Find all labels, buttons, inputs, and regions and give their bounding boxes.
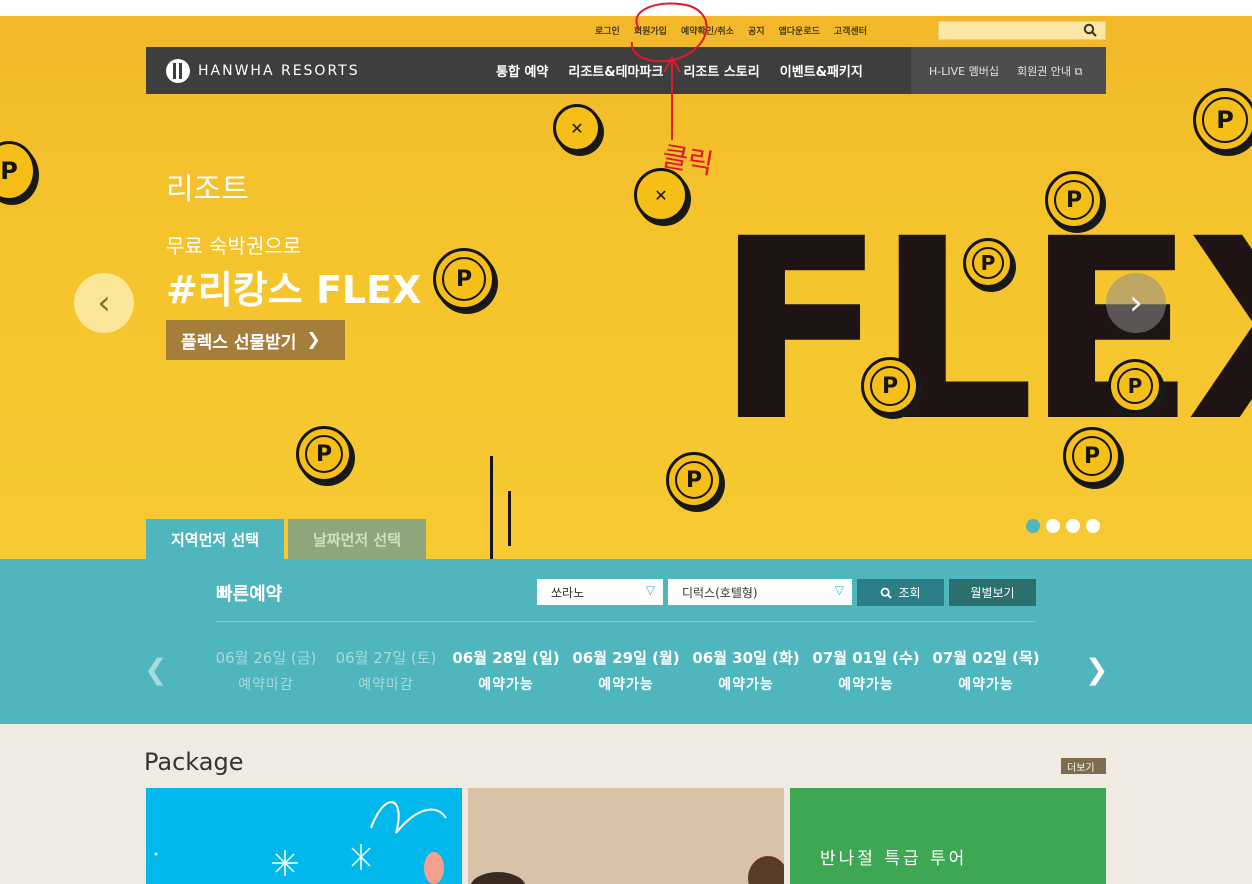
chevron-left-icon: ‹ <box>97 283 111 323</box>
monthly-view-button[interactable]: 월별보기 <box>949 579 1036 606</box>
date-item[interactable]: 06월 27일 (토) 예약마감 <box>326 647 446 694</box>
hanwha-logo-icon <box>166 59 190 83</box>
coin-icon: P <box>963 238 1013 288</box>
coin-icon: P <box>0 141 36 201</box>
login-link[interactable]: 로그인 <box>595 24 620 37</box>
nav-item-resort-story[interactable]: 리조트 스토리 <box>683 61 759 80</box>
chevron-right-icon: › <box>1129 283 1143 323</box>
slide-dot[interactable] <box>1046 519 1060 533</box>
tab-date-first[interactable]: 날짜먼저 선택 <box>288 519 426 559</box>
nav-menu: 통합 예약 리조트&테마파크 리조트 스토리 이벤트&패키지 <box>496 61 863 80</box>
coin-icon: P <box>861 357 919 415</box>
slide-indicators <box>1026 519 1100 533</box>
date-list: 06월 26일 (금) 예약마감 06월 27일 (토) 예약마감 06월 28일 … <box>206 647 1046 694</box>
nav-item-reservation[interactable]: 통합 예약 <box>496 61 548 80</box>
quick-booking: 빠른예약 쏘라노 ▽ 디럭스(호텔형) ▽ 조회 월별보기 ❮ 06월 26일 … <box>0 559 1252 724</box>
utility-links: 로그인 회원가입 예약확인/취소 공지 앱다운로드 고객센터 <box>595 24 867 37</box>
external-link-icon: ⧉ <box>1074 64 1083 78</box>
nav-item-resort-themepark[interactable]: 리조트&테마파크 <box>568 61 663 80</box>
hero-category: 리조트 <box>166 172 249 207</box>
notice-link[interactable]: 공지 <box>748 24 765 37</box>
app-download-link[interactable]: 앱다운로드 <box>779 24 820 37</box>
search-icon <box>881 587 893 599</box>
package-card[interactable] <box>468 788 788 884</box>
membership-info-link[interactable]: 회원권 안내 ⧉ <box>1017 63 1082 79</box>
dates-next-arrow[interactable]: ❯ <box>1085 653 1108 686</box>
signup-link[interactable]: 회원가입 <box>634 24 667 37</box>
fireworks-illustration <box>154 801 447 884</box>
more-button[interactable]: 더보기 <box>1061 758 1106 774</box>
customer-center-link[interactable]: 고객센터 <box>834 24 867 37</box>
hero-prev-arrow[interactable]: ‹ <box>74 273 134 333</box>
hlive-membership-link[interactable]: H-LIVE 멤버십 <box>929 63 999 79</box>
coin-icon: P <box>296 426 352 482</box>
top-strip <box>0 0 1252 16</box>
hero-subtitle: 무료 숙박권으로 <box>166 234 302 258</box>
search-input[interactable] <box>938 21 1106 40</box>
search-icon[interactable] <box>1083 23 1097 37</box>
coin-icon: P <box>666 452 722 508</box>
flex-gift-button[interactable]: 플렉스 선물받기 ❯ <box>166 320 345 360</box>
nav-right: H-LIVE 멤버십 회원권 안내 ⧉ <box>911 47 1106 94</box>
room-select[interactable]: 디럭스(호텔형) ▽ <box>668 579 852 605</box>
quick-booking-title: 빠른예약 <box>216 584 283 605</box>
slide-dot[interactable] <box>1086 519 1100 533</box>
coin-icon: P <box>1193 88 1252 152</box>
photo-placeholder <box>470 856 788 884</box>
slide-dot[interactable] <box>1066 519 1080 533</box>
chevron-down-icon: ▽ <box>834 583 844 597</box>
coin-icon: ✕ <box>634 168 688 222</box>
search-button[interactable]: 조회 <box>857 579 944 606</box>
hero-headline: #리캉스 FLEX <box>166 268 422 312</box>
dates-prev-arrow[interactable]: ❮ <box>144 653 167 686</box>
package-card[interactable]: 반나절 특급 투어 <box>790 788 1106 884</box>
reservation-check-link[interactable]: 예약확인/취소 <box>681 24 734 37</box>
hero-text: 리조트 무료 숙박권으로 #리캉스 FLEX <box>166 164 421 314</box>
brand-logo[interactable]: HANWHA RESORTS <box>166 59 360 83</box>
deco-line <box>508 491 511 546</box>
date-item[interactable]: 06월 30일 (화) 예약가능 <box>686 647 806 694</box>
coin-icon: P <box>433 248 495 310</box>
date-item[interactable]: 06월 29일 (월) 예약가능 <box>566 647 686 694</box>
package-title: Package <box>144 748 244 776</box>
resort-select[interactable]: 쏘라노 ▽ <box>537 579 663 605</box>
chevron-down-icon: ▽ <box>645 583 655 597</box>
divider <box>216 621 1036 622</box>
slide-dot[interactable] <box>1026 519 1040 533</box>
nav-item-event-package[interactable]: 이벤트&패키지 <box>780 61 863 80</box>
date-item[interactable]: 07월 01일 (수) 예약가능 <box>806 647 926 694</box>
chevron-right-icon: ❯ <box>306 330 321 350</box>
main-nav: HANWHA RESORTS 통합 예약 리조트&테마파크 리조트 스토리 이벤… <box>146 47 1106 94</box>
coin-icon: ✕ <box>553 104 601 152</box>
coin-icon: P <box>1108 359 1162 413</box>
coin-icon: P <box>1063 427 1121 485</box>
coin-icon: P <box>1045 171 1103 229</box>
tab-region-first[interactable]: 지역먼저 선택 <box>146 519 284 559</box>
deco-line <box>490 456 493 559</box>
date-item[interactable]: 06월 26일 (금) 예약마감 <box>206 647 326 694</box>
hero-next-arrow[interactable]: › <box>1106 273 1166 333</box>
hero-banner: FLEX P ✕ ✕ P P P P P P P P P 리조트 무료 숙박권으… <box>0 16 1252 559</box>
package-card[interactable] <box>146 788 462 884</box>
date-item[interactable]: 06월 28일 (일) 예약가능 <box>446 647 566 694</box>
brand-name: HANWHA RESORTS <box>198 63 360 79</box>
card-caption: 반나절 특급 투어 <box>820 849 968 869</box>
date-item[interactable]: 07월 02일 (목) 예약가능 <box>926 647 1046 694</box>
